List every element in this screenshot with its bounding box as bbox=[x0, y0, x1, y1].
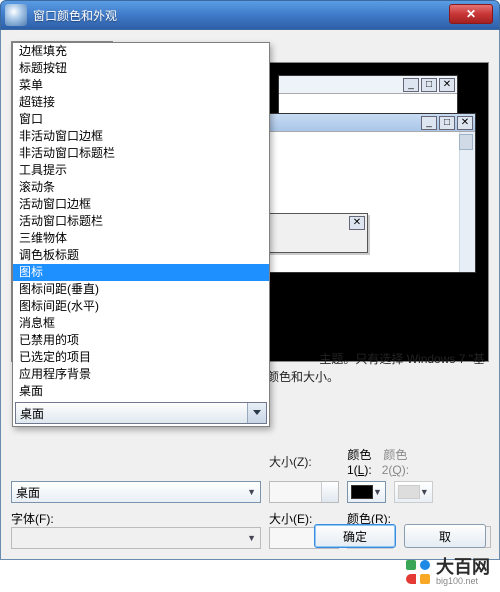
dropdown-option[interactable]: 应用程序背景 bbox=[13, 366, 269, 383]
maximize-icon: □ bbox=[439, 116, 455, 130]
dropdown-option[interactable]: 图标 bbox=[13, 264, 269, 281]
chevron-down-icon: ▼ bbox=[420, 487, 429, 497]
item-dropdown-current-value: 桌面 bbox=[20, 405, 44, 422]
label-color1: 颜色1(L): bbox=[347, 446, 372, 477]
size-z-spinner[interactable] bbox=[269, 481, 339, 503]
watermark-logo-icon bbox=[406, 560, 430, 584]
close-icon: ✕ bbox=[457, 116, 473, 130]
item-dropdown-current[interactable]: 桌面 bbox=[15, 402, 267, 424]
dropdown-option[interactable]: 边框填充 bbox=[13, 43, 269, 60]
hint-line-1: 主题。只有选择 Windows 7 "基 bbox=[319, 350, 485, 367]
close-icon: ✕ bbox=[466, 7, 476, 21]
cancel-button[interactable]: 取 bbox=[404, 524, 486, 548]
dropdown-option[interactable]: 活动窗口边框 bbox=[13, 196, 269, 213]
minimize-icon: _ bbox=[421, 116, 437, 130]
item-combo-value: 桌面 bbox=[16, 484, 40, 501]
dropdown-option[interactable]: 三维物体 bbox=[13, 230, 269, 247]
ok-button[interactable]: 确定 bbox=[314, 524, 396, 548]
watermark: 大百网 big100.net bbox=[406, 558, 490, 586]
preview-active-titlebar: _ □ ✕ bbox=[247, 114, 475, 132]
dropdown-option[interactable]: 活动窗口标题栏 bbox=[13, 213, 269, 230]
dropdown-option[interactable]: 标题按钮 bbox=[13, 60, 269, 77]
color2-picker: ▼ bbox=[394, 481, 433, 503]
dropdown-option[interactable]: 图标间距(水平) bbox=[13, 298, 269, 315]
dialog-buttons: 确定 取 bbox=[0, 514, 500, 558]
maximize-icon: □ bbox=[421, 78, 437, 92]
color-swatch-icon bbox=[398, 485, 420, 499]
dropdown-option[interactable]: 调色板标题 bbox=[13, 247, 269, 264]
close-icon: ✕ bbox=[349, 216, 365, 230]
dropdown-option[interactable]: 滚动条 bbox=[13, 179, 269, 196]
minimize-icon: _ bbox=[403, 78, 419, 92]
item-dropdown-list[interactable]: 边框填充标题按钮菜单超链接窗口非活动窗口边框非活动窗口标题栏工具提示滚动条活动窗… bbox=[13, 43, 269, 400]
chevron-down-icon: ▼ bbox=[373, 487, 382, 497]
app-icon bbox=[5, 4, 27, 26]
dropdown-option[interactable]: 桌面 bbox=[13, 383, 269, 400]
preview-scrollbar bbox=[459, 132, 475, 272]
color-swatch-icon bbox=[351, 485, 373, 499]
preview-message-box: ✕ bbox=[268, 213, 368, 253]
watermark-name: 大百网 bbox=[436, 558, 490, 576]
window-title: 窗口颜色和外观 bbox=[33, 7, 117, 24]
dropdown-option[interactable]: 超链接 bbox=[13, 94, 269, 111]
window-titlebar: 窗口颜色和外观 ✕ bbox=[0, 0, 500, 30]
dropdown-option[interactable]: 窗口 bbox=[13, 111, 269, 128]
color1-picker[interactable]: ▼ bbox=[347, 481, 386, 503]
dropdown-option[interactable]: 非活动窗口标题栏 bbox=[13, 145, 269, 162]
close-icon: ✕ bbox=[439, 78, 455, 92]
watermark-url: big100.net bbox=[436, 576, 490, 586]
preview-inactive-titlebar: _ □ ✕ bbox=[279, 76, 457, 94]
item-combo[interactable]: 桌面 bbox=[11, 481, 261, 503]
dropdown-option[interactable]: 图标间距(垂直) bbox=[13, 281, 269, 298]
dropdown-option[interactable]: 已禁用的项 bbox=[13, 332, 269, 349]
label-size-z: 大小(Z): bbox=[269, 453, 339, 470]
dropdown-option[interactable]: 菜单 bbox=[13, 77, 269, 94]
dropdown-option[interactable]: 已选定的项目 bbox=[13, 349, 269, 366]
label-color2: 颜色2(Q): bbox=[382, 446, 409, 477]
item-dropdown: 边框填充标题按钮菜单超链接窗口非活动窗口边框非活动窗口标题栏工具提示滚动条活动窗… bbox=[12, 42, 270, 427]
item-controls-row: 大小(Z): 颜色1(L): 颜色2(Q): 桌面 ▼ ▼ bbox=[11, 446, 489, 503]
chevron-down-icon bbox=[253, 410, 261, 415]
dropdown-option[interactable]: 消息框 bbox=[13, 315, 269, 332]
dropdown-option[interactable]: 工具提示 bbox=[13, 162, 269, 179]
close-button[interactable]: ✕ bbox=[449, 4, 493, 24]
dropdown-option[interactable]: 非活动窗口边框 bbox=[13, 128, 269, 145]
